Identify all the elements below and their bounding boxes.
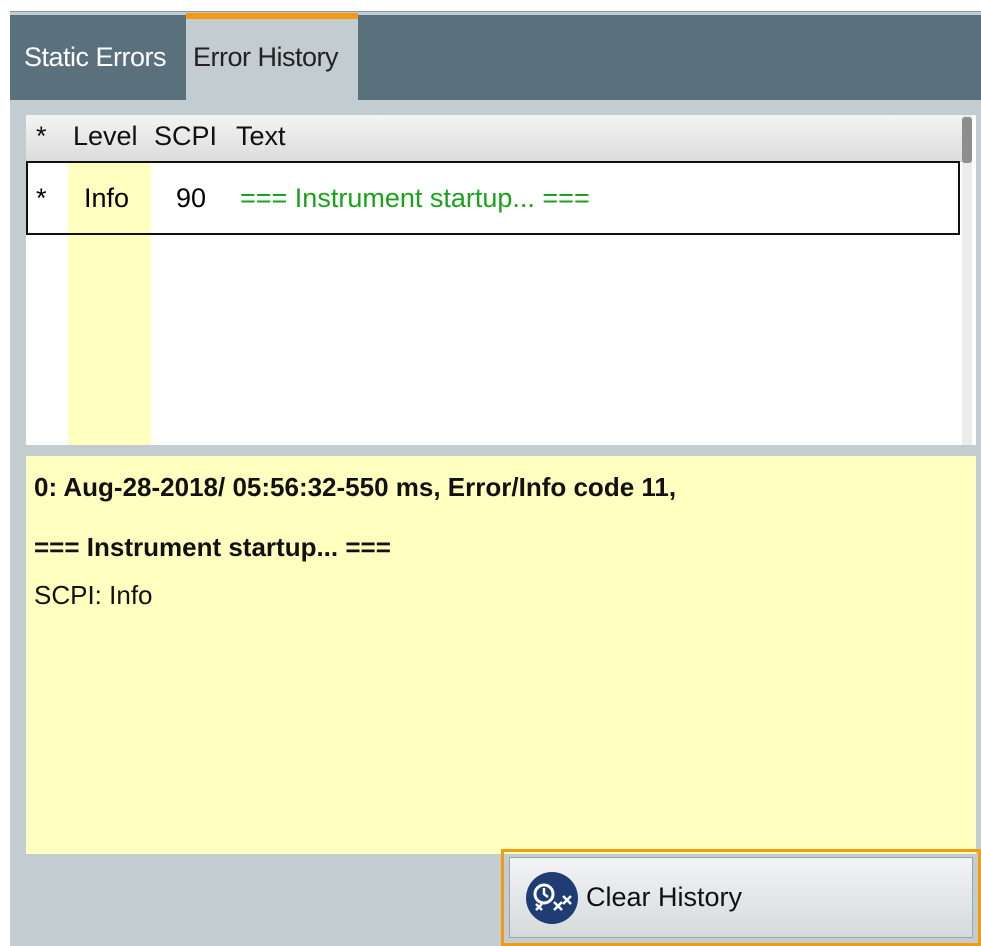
table-header: * Level SCPI Text xyxy=(26,115,962,162)
error-dialog: Static Errors Error History * Level SCPI… xyxy=(10,12,981,946)
tab-error-history-label: Error History xyxy=(193,42,339,72)
table-scrollbar[interactable] xyxy=(962,115,972,445)
tab-static-errors-label: Static Errors xyxy=(24,42,167,72)
details-scpi-line: SCPI: Info xyxy=(34,580,153,610)
scrollbar-thumb[interactable] xyxy=(962,117,972,163)
tab-bar: Static Errors Error History xyxy=(10,13,981,102)
error-details-panel: 0: Aug-28-2018/ 05:56:32-550 ms, Error/I… xyxy=(26,456,976,854)
column-header-marker[interactable]: * xyxy=(36,121,47,152)
row-marker: * xyxy=(36,183,47,213)
clear-history-button[interactable]: Clear History xyxy=(509,857,973,938)
clear-history-focus-outline: Clear History xyxy=(501,849,981,946)
row-level: Info xyxy=(84,183,130,213)
details-message-line: === Instrument startup... === xyxy=(34,532,391,562)
tab-static-errors[interactable]: Static Errors xyxy=(18,15,186,100)
table-row[interactable]: * Info 90 === Instrument startup... === xyxy=(26,161,960,235)
column-header-text[interactable]: Text xyxy=(236,121,286,152)
details-timestamp-line: 0: Aug-28-2018/ 05:56:32-550 ms, Error/I… xyxy=(34,472,677,502)
tab-error-history[interactable]: Error History xyxy=(186,13,358,102)
row-text: === Instrument startup... === xyxy=(240,183,590,213)
error-history-table: * Level SCPI Text * Info 90 === Instrume… xyxy=(26,115,976,445)
column-header-level[interactable]: Level xyxy=(73,121,138,152)
row-scpi: 90 xyxy=(176,183,207,213)
clear-history-label: Clear History xyxy=(586,882,743,912)
column-header-scpi[interactable]: SCPI xyxy=(154,121,217,152)
clear-history-icon xyxy=(526,871,578,924)
